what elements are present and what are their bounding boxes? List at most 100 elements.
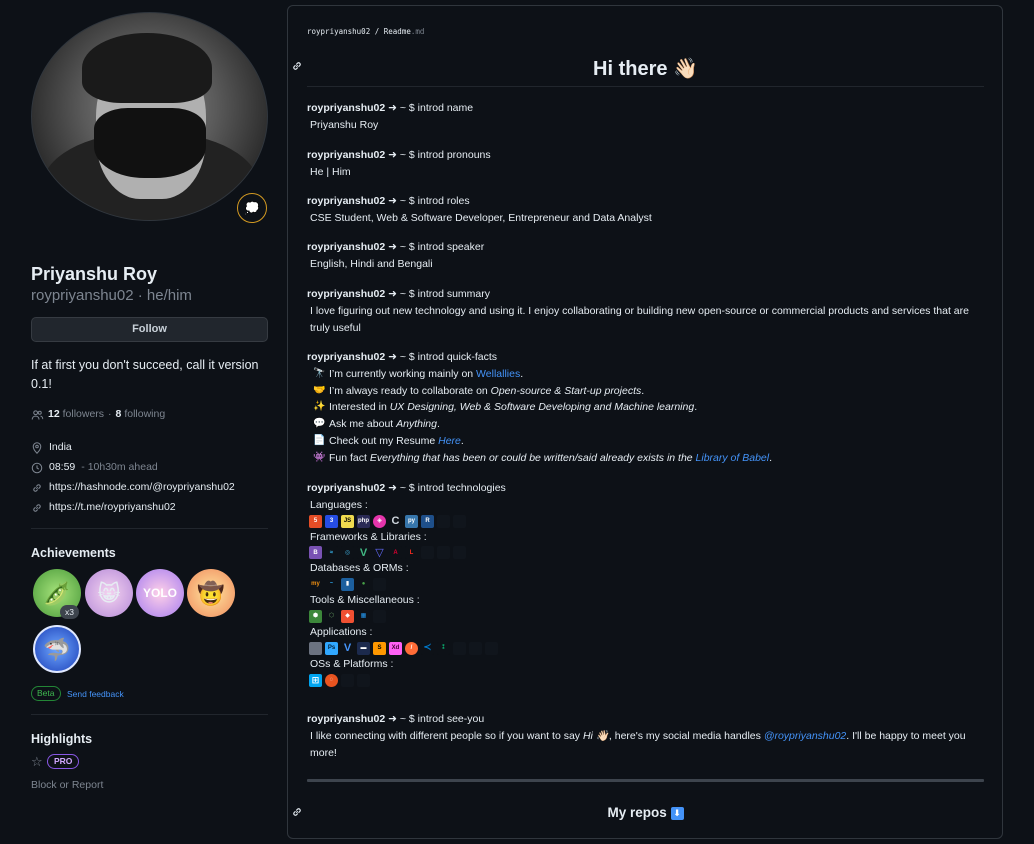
anchor-link-icon[interactable] [291, 806, 303, 818]
apple-icon[interactable] [341, 673, 354, 687]
angular-icon[interactable]: A [389, 546, 402, 560]
c-icon[interactable]: C [389, 514, 402, 528]
sparkles-icon: ✨ [313, 401, 326, 413]
avatar-mask [94, 108, 206, 178]
figma-icon[interactable]: ⁑ [437, 641, 450, 655]
divider [31, 528, 268, 529]
ubuntu-icon[interactable]: ◌ [325, 673, 338, 687]
link-icon [33, 504, 41, 512]
readme-heading: Hi there 👋🏻 [593, 58, 698, 80]
profile-name: Priyanshu Roy [31, 264, 158, 284]
css3-icon[interactable]: 3 [325, 514, 338, 528]
wellallies-link[interactable]: Wellallies [476, 368, 520, 380]
visual-studio-icon[interactable]: ▬ [357, 641, 370, 655]
npm-icon[interactable]: ⬡ [325, 609, 338, 623]
app-icon[interactable] [485, 641, 498, 655]
linux-icon[interactable] [357, 673, 370, 687]
tech-category-languages: Languages : [310, 498, 368, 511]
jquery-icon[interactable]: ◎ [341, 546, 354, 560]
fact-item: 🔭 I’m currently working mainly on Wellall… [307, 366, 987, 383]
languages-icons: 5 3 JS php ◈ C py R [307, 514, 987, 529]
tailwind-icon[interactable]: ≈ [325, 546, 338, 560]
cmd-name-block: roypriyanshu02 ➜ ~ $ introd name Priyans… [307, 102, 474, 131]
html5-icon[interactable]: 5 [309, 514, 322, 528]
shell-icon[interactable] [437, 514, 450, 528]
vite-icon[interactable]: ▽ [373, 546, 386, 560]
profile-login: roypriyanshu02 · he/him [31, 287, 192, 304]
bootstrap-icon[interactable]: B [309, 546, 322, 560]
prisma-icon[interactable] [373, 578, 386, 592]
block-or-report-link[interactable]: Block or Report [31, 778, 103, 794]
status-emoji-button[interactable]: 💭 [237, 193, 267, 223]
cmd-technologies-block: roypriyanshu02 ➜ ~ $ introd technologies… [307, 480, 987, 688]
r-icon[interactable]: R [421, 514, 434, 528]
section-divider [307, 779, 984, 782]
tech-category-frameworks: Frameworks & Libraries : [310, 530, 427, 543]
app-icon[interactable] [453, 641, 466, 655]
followers-link[interactable]: 12 followers [48, 407, 104, 423]
django-icon[interactable] [453, 546, 466, 560]
fact-item: 💬 Ask me about Anything. [307, 416, 987, 433]
adobe-xd-icon[interactable]: Xd [389, 641, 402, 655]
hashnode-link-item[interactable]: https://hashnode.com/@roypriyanshu02 [31, 480, 235, 496]
express-icon[interactable] [421, 546, 434, 560]
achievement-pull-shark[interactable]: 🦈 [33, 625, 81, 673]
following-link[interactable]: 8 following [116, 407, 166, 423]
send-feedback-link[interactable]: Send feedback [67, 688, 124, 701]
vectr-icon[interactable]: V [341, 641, 354, 655]
github-icon[interactable] [373, 609, 386, 623]
profile-bio: If at first you don't succeed, call it v… [31, 358, 259, 391]
markdown-icon[interactable] [453, 514, 466, 528]
achievement-starstruck[interactable]: 🤠 [187, 569, 235, 617]
fact-item: 👾 Fun fact Everything that has been or co… [307, 450, 987, 467]
flask-icon[interactable] [437, 546, 450, 560]
clock-icon [31, 462, 43, 474]
achievement-yolo[interactable]: YOLO [136, 569, 184, 617]
photoshop-icon[interactable]: Ps [325, 641, 338, 655]
docker-icon[interactable]: ▦ [357, 609, 370, 623]
mariadb-icon[interactable]: ~ [325, 578, 338, 592]
anchor-link-icon[interactable] [291, 60, 303, 72]
mysql-icon[interactable]: my [309, 578, 322, 592]
beta-label: Beta [31, 686, 61, 701]
cmd-seeyou-block: roypriyanshu02 ➜ ~ $ introd see-you I li… [307, 713, 966, 759]
dot-separator: · [108, 408, 112, 420]
git-icon[interactable]: ◆ [341, 609, 354, 623]
heading-divider [307, 86, 984, 87]
graphql-icon[interactable]: ◈ [373, 514, 386, 528]
tech-category-os: OSs & Platforms : [310, 657, 394, 670]
location-icon [32, 442, 42, 454]
nodejs-icon[interactable]: ⬢ [309, 609, 322, 623]
postman-icon[interactable]: / [405, 641, 418, 655]
link-icon [33, 484, 41, 492]
cmd-roles-block: roypriyanshu02 ➜ ~ $ introd roles CSE St… [307, 195, 652, 224]
laravel-icon[interactable]: L [405, 546, 418, 560]
avatar-hair [82, 33, 212, 103]
follow-button[interactable]: Follow [31, 317, 268, 342]
breadcrumb-repo[interactable]: roypriyanshu02 [307, 27, 370, 36]
vscode-icon[interactable]: ≺ [421, 641, 434, 655]
vue-icon[interactable]: V [357, 546, 370, 560]
library-of-babel-link[interactable]: Library of Babel [696, 452, 770, 464]
photos-app-icon[interactable] [309, 641, 322, 655]
frameworks-icons: B ≈ ◎ V ▽ A L [307, 545, 987, 560]
social-handle-link[interactable]: @roypriyanshu02 [764, 730, 846, 742]
cat-icon: 😸 [97, 580, 121, 606]
javascript-icon[interactable]: JS [341, 514, 354, 528]
resume-link[interactable]: Here [438, 435, 461, 447]
telegram-link-item[interactable]: https://t.me/roypriyanshu02 [31, 500, 176, 516]
sqlite-icon[interactable]: ▮ [341, 578, 354, 592]
page-icon: 📄 [313, 434, 326, 446]
sublime-icon[interactable]: S [373, 641, 386, 655]
python-icon[interactable]: py [405, 514, 418, 528]
app-icon[interactable] [469, 641, 482, 655]
achievement-quickdraw[interactable]: 😸 [85, 569, 133, 617]
cmd-facts-block: roypriyanshu02 ➜ ~ $ introd quick-facts … [307, 349, 987, 467]
mongodb-icon[interactable]: ● [357, 578, 370, 592]
windows-icon[interactable]: ⊞ [309, 673, 322, 687]
applications-icons: Ps V ▬ S Xd / ≺ ⁑ [307, 641, 987, 656]
profile-avatar[interactable] [31, 12, 268, 221]
fact-item: 🤝 I’m always ready to collaborate on Open… [307, 383, 987, 400]
breadcrumb-file[interactable]: Readme [384, 27, 411, 36]
php-icon[interactable]: php [357, 514, 370, 528]
